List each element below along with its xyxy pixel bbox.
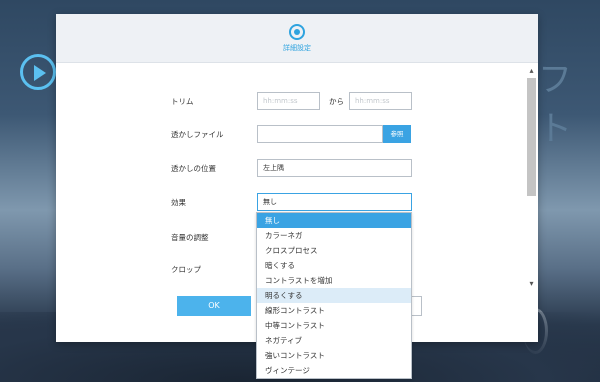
dropdown-option[interactable]: 暗くする [257,258,411,273]
scroll-up-icon[interactable]: ▴ [527,66,536,75]
trim-start-input[interactable]: hh:mm:ss [257,92,320,110]
dropdown-option[interactable]: 線形コントラスト [257,303,411,318]
dropdown-option[interactable]: 強いコントラスト [257,348,411,363]
watermark-file-input[interactable] [257,125,383,143]
dropdown-option[interactable]: カラーネガ [257,228,411,243]
effect-select[interactable]: 無し [257,193,412,211]
dropdown-option[interactable]: 中等コントラスト [257,318,411,333]
dropdown-option[interactable]: 無し [257,213,411,228]
scroll-down-icon[interactable]: ▾ [527,279,536,288]
app-logo-icon [20,54,56,90]
trim-label: トリム [171,97,194,106]
watermark-position-label: 透かしの位置 [171,164,216,173]
crop-label: クロップ [171,265,201,274]
scrollbar[interactable]: ▴ ▾ [527,66,536,288]
dropdown-option[interactable]: クロスプロセス [257,243,411,258]
ok-button[interactable]: OK [177,296,251,316]
app-title-fragment: フト [538,60,573,149]
dialog-header: 詳細設定 [56,14,538,63]
browse-button[interactable]: 参照 [383,125,411,143]
effect-label: 効果 [171,198,186,207]
trim-from-label: から [329,97,344,106]
gear-icon [289,23,305,40]
scrollbar-thumb[interactable] [527,78,536,196]
dropdown-option[interactable]: コントラストを増加 [257,273,411,288]
dropdown-option[interactable]: ヴィンテージ [257,363,411,378]
volume-label: 音量の調整 [171,233,209,242]
dropdown-option[interactable]: 明るくする [257,288,411,303]
dialog-title: 詳細設定 [283,43,311,52]
trim-end-input[interactable]: hh:mm:ss [349,92,412,110]
watermark-position-select[interactable]: 左上隅 [257,159,412,177]
effect-dropdown-list: 無し カラーネガ クロスプロセス 暗くする コントラストを増加 明るくする 線形コントラスト… [256,212,412,379]
watermark-file-label: 透かしファイル [171,130,224,139]
dropdown-option[interactable]: ネガティブ [257,333,411,348]
